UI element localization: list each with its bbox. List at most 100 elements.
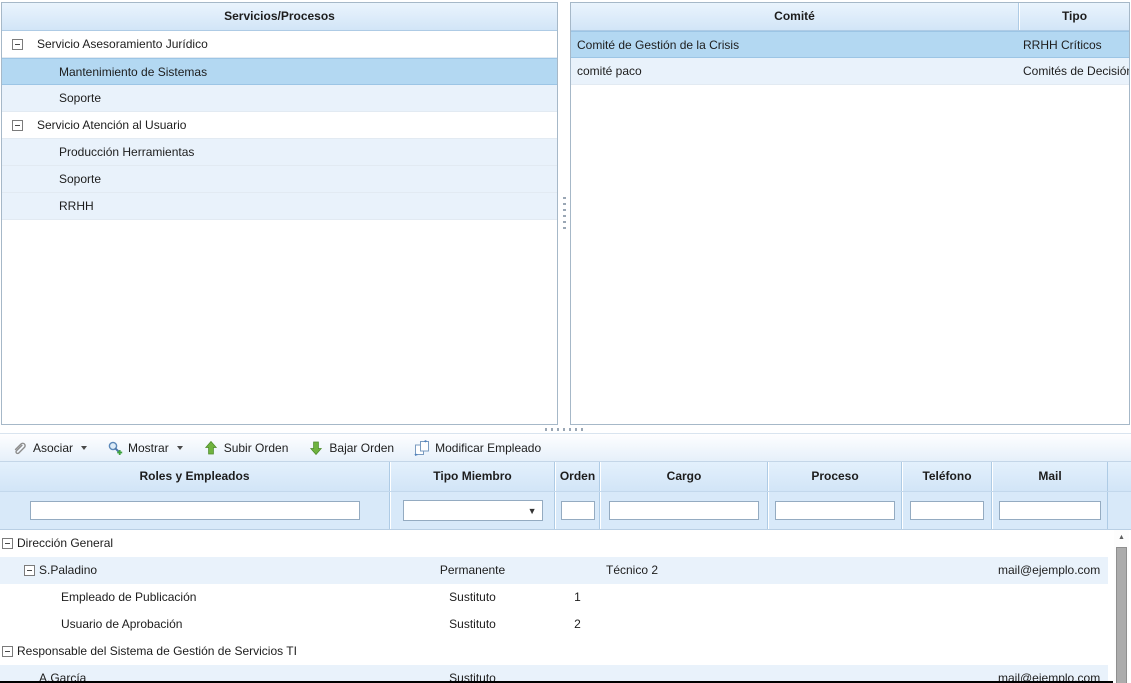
tree-item[interactable]: Mantenimiento de Sistemas	[2, 58, 557, 85]
table-row[interactable]: Responsable del Sistema de Gestión de Se…	[0, 638, 1108, 665]
collapse-icon[interactable]	[2, 646, 13, 657]
cell-orden: 1	[555, 584, 600, 611]
paperclip-icon	[12, 440, 28, 456]
asociar-label: Asociar	[33, 441, 73, 455]
cell-proceso	[768, 557, 902, 584]
orden-filter-input[interactable]	[561, 501, 595, 520]
cell-role-name: Usuario de Aprobación	[61, 611, 182, 638]
arrow-down-icon	[308, 440, 324, 456]
arrow-up-icon	[203, 440, 219, 456]
subir-orden-label: Subir Orden	[224, 441, 289, 455]
cell-cargo: Técnico 2	[600, 557, 768, 584]
column-header-tipo-miembro[interactable]: Tipo Miembro	[390, 462, 555, 491]
cell-telefono	[902, 530, 992, 557]
roles-filter-input[interactable]	[30, 501, 360, 520]
tree-item-label: Servicio Asesoramiento Jurídico	[37, 31, 208, 57]
table-row[interactable]: Usuario de Aprobación Sustituto 2	[0, 611, 1108, 638]
column-header-cargo[interactable]: Cargo	[600, 462, 768, 491]
tree-item[interactable]: Soporte	[2, 85, 557, 112]
proceso-filter-input[interactable]	[775, 501, 895, 520]
horizontal-splitter[interactable]	[0, 425, 1131, 433]
roles-table-header: Roles y Empleados Tipo Miembro Orden Car…	[0, 462, 1131, 492]
cell-cargo	[600, 530, 768, 557]
cell-role-name: Dirección General	[17, 530, 113, 557]
services-panel: Servicios/Procesos Servicio Asesoramient…	[1, 2, 558, 425]
tree-item[interactable]: Producción Herramientas	[2, 139, 557, 166]
mostrar-button[interactable]: Mostrar	[103, 438, 187, 458]
column-header-roles[interactable]: Roles y Empleados	[0, 462, 390, 491]
collapse-icon[interactable]	[12, 120, 23, 131]
tipo-miembro-filter-select[interactable]: ▼	[403, 500, 543, 521]
cell-mail	[992, 638, 1108, 665]
cell-tipo-miembro	[390, 638, 555, 665]
table-row[interactable]: S.Paladino Permanente Técnico 2 mail@eje…	[0, 557, 1108, 584]
column-header-mail[interactable]: Mail	[992, 462, 1108, 491]
subir-orden-button[interactable]: Subir Orden	[199, 438, 293, 458]
table-row[interactable]: Empleado de Publicación Sustituto 1	[0, 584, 1108, 611]
collapse-icon[interactable]	[24, 565, 35, 576]
tree-item-label: Mantenimiento de Sistemas	[59, 59, 207, 85]
select-caret-icon: ▼	[528, 506, 537, 516]
tree-item[interactable]: RRHH	[2, 193, 557, 220]
column-header-comite[interactable]: Comité	[571, 3, 1019, 30]
committee-row[interactable]: comité paco Comités de Decisión	[571, 58, 1129, 85]
scroll-thumb[interactable]	[1116, 547, 1127, 683]
tree-item-label: Soporte	[59, 166, 101, 192]
cargo-filter-input[interactable]	[609, 501, 759, 520]
mail-filter-input[interactable]	[999, 501, 1101, 520]
cell-proceso	[768, 611, 902, 638]
modificar-empleado-button[interactable]: Modificar Empleado	[410, 438, 545, 458]
cell-orden: 2	[555, 611, 600, 638]
dropdown-caret-icon	[81, 446, 87, 450]
cell-mail	[992, 584, 1108, 611]
asociar-button[interactable]: Asociar	[8, 438, 91, 458]
column-header-tipo[interactable]: Tipo	[1019, 3, 1129, 30]
services-tree: Servicio Asesoramiento Jurídico Mantenim…	[2, 31, 557, 220]
splitter-grip-icon	[545, 428, 587, 431]
cell-role-name: Empleado de Publicación	[61, 584, 196, 611]
table-row[interactable]: Dirección General	[0, 530, 1108, 557]
column-header-proceso[interactable]: Proceso	[768, 462, 902, 491]
vertical-splitter[interactable]	[558, 2, 570, 425]
cell-proceso	[768, 638, 902, 665]
committee-table-header: Comité Tipo	[571, 3, 1129, 31]
cell-proceso	[768, 584, 902, 611]
roles-toolbar: Asociar Mostrar Subir Orden Bajar Orden	[0, 433, 1131, 462]
edit-employee-icon	[414, 440, 430, 456]
cell-tipo-miembro	[390, 530, 555, 557]
collapse-icon[interactable]	[12, 39, 23, 50]
column-header-telefono[interactable]: Teléfono	[902, 462, 992, 491]
cell-tipo-miembro: Sustituto	[390, 584, 555, 611]
bajar-orden-button[interactable]: Bajar Orden	[304, 438, 398, 458]
mostrar-label: Mostrar	[128, 441, 169, 455]
cell-telefono	[902, 611, 992, 638]
column-header-spacer	[1108, 462, 1131, 491]
vertical-scrollbar[interactable]: ▲	[1114, 530, 1129, 683]
scroll-up-arrow-icon[interactable]: ▲	[1114, 530, 1129, 545]
committee-row[interactable]: Comité de Gestión de la Crisis RRHH Crít…	[571, 31, 1129, 58]
services-panel-header[interactable]: Servicios/Procesos	[2, 3, 557, 31]
cell-orden	[555, 638, 600, 665]
cell-proceso	[768, 530, 902, 557]
column-header-orden[interactable]: Orden	[555, 462, 600, 491]
tree-item[interactable]: Servicio Atención al Usuario	[2, 112, 557, 139]
cell-orden	[555, 557, 600, 584]
cell-orden	[555, 530, 600, 557]
bajar-orden-label: Bajar Orden	[329, 441, 394, 455]
cell-tipo-miembro: Permanente	[390, 557, 555, 584]
cell-role-name: Responsable del Sistema de Gestión de Se…	[17, 638, 297, 665]
cell-cargo	[600, 584, 768, 611]
cell-tipo: Comités de Decisión	[1019, 58, 1129, 84]
tree-item[interactable]: Servicio Asesoramiento Jurídico	[2, 31, 557, 58]
cell-comite: Comité de Gestión de la Crisis	[571, 32, 1019, 57]
telefono-filter-input[interactable]	[910, 501, 984, 520]
app-window: Servicios/Procesos Servicio Asesoramient…	[0, 0, 1131, 683]
dropdown-caret-icon	[177, 446, 183, 450]
tree-item[interactable]: Soporte	[2, 166, 557, 193]
services-panel-title: Servicios/Procesos	[224, 9, 335, 23]
tree-item-label: RRHH	[59, 193, 94, 219]
cell-mail: mail@ejemplo.com	[992, 557, 1108, 584]
tree-item-label: Soporte	[59, 85, 101, 111]
collapse-icon[interactable]	[2, 538, 13, 549]
cell-cargo	[600, 638, 768, 665]
